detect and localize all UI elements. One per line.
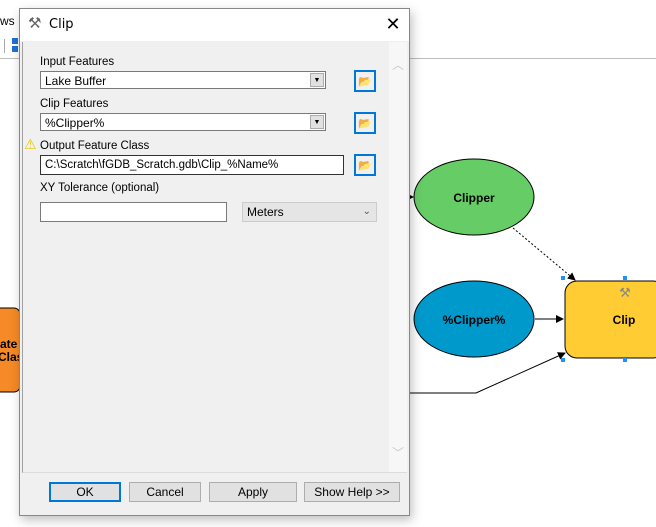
warning-icon: ⚠ <box>24 136 37 152</box>
input-features-combo[interactable]: Lake Buffer ▼ <box>40 71 326 89</box>
unit-value: Meters <box>247 205 284 219</box>
selection-handle[interactable] <box>561 358 565 362</box>
hammer-icon: ⚒ <box>619 285 631 300</box>
precondition-connector <box>512 227 576 281</box>
hammer-icon: ⚒ <box>28 15 42 32</box>
xy-tolerance-label: XY Tolerance (optional) <box>40 182 160 194</box>
parameters-panel: Input Features Lake Buffer ▼ 📂 Clip Feat… <box>22 42 407 473</box>
cancel-button[interactable]: Cancel <box>129 482 201 502</box>
clip-dialog: ⚒ Clip ✕ Input Features Lake Buffer ▼ 📂 … <box>19 8 410 516</box>
dialog-title: Clip <box>49 17 74 32</box>
node-label: Clipper <box>453 191 495 205</box>
node-clipper-variable[interactable]: %Clipper% <box>413 280 535 358</box>
scroll-down-icon[interactable]: ﹀ <box>392 444 404 461</box>
close-icon[interactable]: ✕ <box>382 13 404 35</box>
node-label-line: ate <box>0 337 18 351</box>
clip-features-value: %Clipper% <box>45 116 105 130</box>
dropdown-arrow-icon[interactable]: ▼ <box>310 115 324 129</box>
input-features-value: Lake Buffer <box>45 74 107 88</box>
ok-button[interactable]: OK <box>49 482 121 502</box>
title-bar[interactable]: ⚒ Clip ✕ <box>20 9 409 41</box>
node-clip-tool[interactable]: Clip ⚒ <box>561 276 656 362</box>
apply-button[interactable]: Apply <box>209 482 297 502</box>
node-clipper[interactable]: Clipper <box>413 158 535 236</box>
selection-handle[interactable] <box>623 358 627 362</box>
input-features-label: Input Features <box>40 56 115 68</box>
selection-handle[interactable] <box>561 276 565 280</box>
folder-icon: 📂 <box>358 117 372 130</box>
node-label: Clip <box>613 313 636 327</box>
output-feature-class-input[interactable]: C:\Scratch\fGDB_Scratch.gdb\Clip_%Name% <box>40 155 344 175</box>
browse-input-button[interactable]: 📂 <box>354 70 376 92</box>
show-help-button[interactable]: Show Help >> <box>304 482 400 502</box>
xy-tolerance-unit-select[interactable]: Meters ⌄ <box>242 202 377 222</box>
folder-icon: 📂 <box>358 75 372 88</box>
scroll-up-icon[interactable]: ︿ <box>392 56 404 73</box>
dropdown-arrow-icon[interactable]: ▼ <box>310 73 324 87</box>
node-label: %Clipper% <box>443 313 506 327</box>
output-feature-class-label: Output Feature Class <box>40 140 150 152</box>
clip-features-label: Clip Features <box>40 98 109 110</box>
connector <box>405 352 566 394</box>
browse-output-button[interactable]: 📂 <box>354 154 376 176</box>
selection-handle[interactable] <box>623 276 627 280</box>
chevron-down-icon: ⌄ <box>362 206 371 217</box>
clip-features-combo[interactable]: %Clipper% ▼ <box>40 113 326 131</box>
xy-tolerance-input[interactable] <box>40 202 227 222</box>
folder-icon: 📂 <box>358 159 372 172</box>
vertical-scrollbar[interactable]: ︿ ﹀ <box>389 42 407 472</box>
browse-clip-button[interactable]: 📂 <box>354 112 376 134</box>
